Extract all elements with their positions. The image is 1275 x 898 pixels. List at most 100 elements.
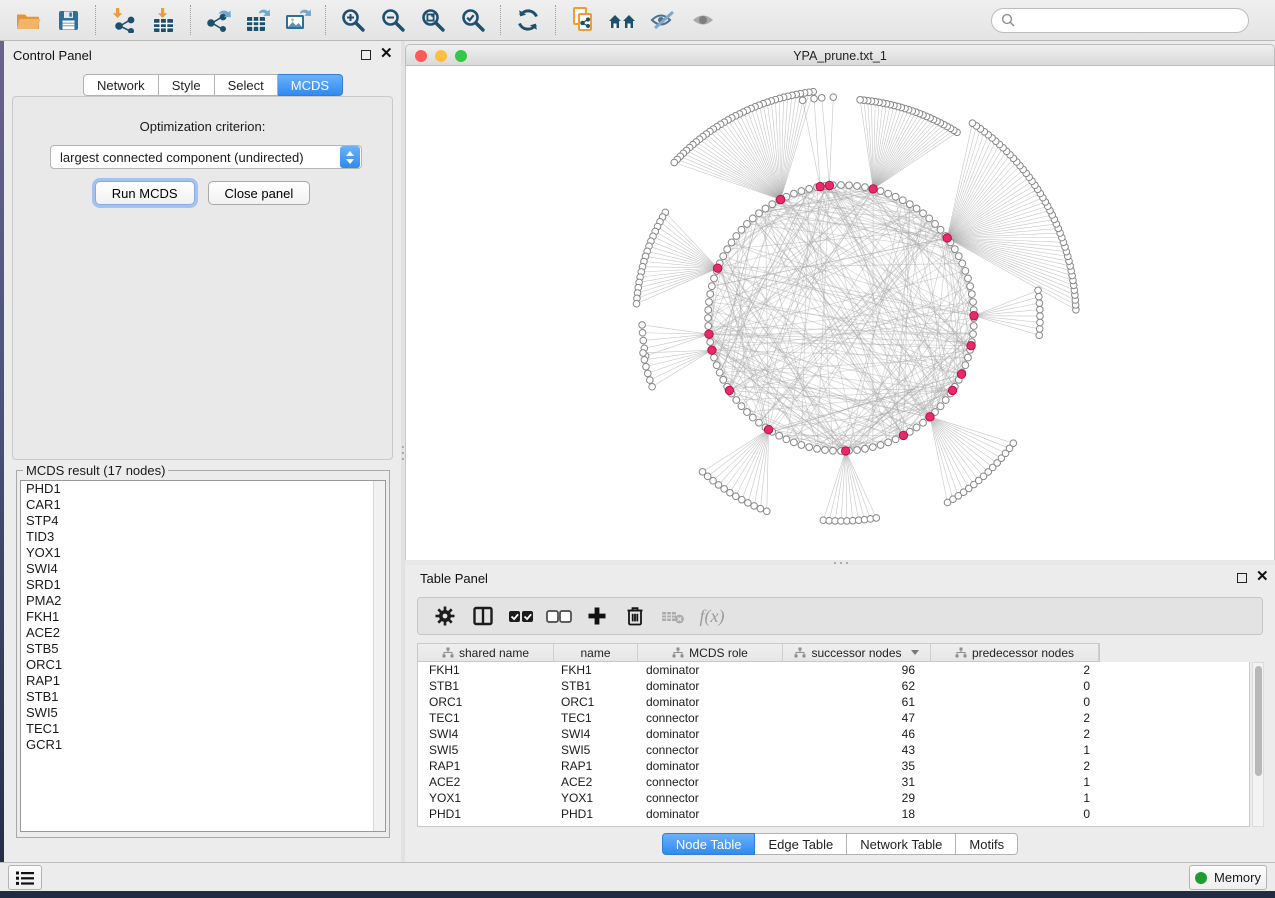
delete-table-button[interactable] [656,601,690,631]
tab-node-table[interactable]: Node Table [662,833,756,855]
node-table: FKH1FKH1dominator962STB1STB1dominator620… [417,662,1250,827]
mcds-result-item[interactable]: PMA2 [21,593,385,609]
column-header-shared-name[interactable]: shared name [418,644,554,661]
mcds-result-item[interactable]: TEC1 [21,721,385,737]
mcds-result-item[interactable]: SWI5 [21,705,385,721]
zoom-in-button[interactable] [333,3,373,37]
zoom-selected-button[interactable] [453,3,493,37]
mcds-result-item[interactable]: YOX1 [21,545,385,561]
cell-predecessor-nodes: 0 [931,694,1099,710]
tab-style[interactable]: Style [159,74,215,96]
column-header-name[interactable]: name [554,644,638,661]
toolbar-separator [95,5,96,35]
run-mcds-button[interactable]: Run MCDS [95,181,195,205]
mcds-result-item[interactable]: PHD1 [21,481,385,497]
mcds-result-item[interactable]: SWI4 [21,561,385,577]
table-row[interactable]: ORC1ORC1dominator610 [418,694,1249,710]
export-table-button[interactable] [238,3,278,37]
mcds-result-item[interactable]: STB1 [21,689,385,705]
search-input[interactable] [1021,13,1239,28]
zoom-fit-button[interactable] [413,3,453,37]
tab-mcds[interactable]: MCDS [278,74,343,96]
optimization-criterion-select[interactable]: largest connected component (undirected) [50,145,362,169]
search-box[interactable] [991,8,1249,33]
table-row[interactable]: RAP1RAP1dominator352 [418,758,1249,774]
memory-button[interactable]: Memory [1189,865,1267,890]
save-session-button[interactable] [48,3,88,37]
close-panel-icon[interactable]: ✕ [380,45,393,63]
toggle-panel-layout-button[interactable] [466,601,500,631]
tree-icon [955,647,967,659]
unchecked-boxes-icon [545,604,573,628]
cell-successor-nodes: 62 [783,678,931,694]
table-row[interactable]: ACE2ACE2connector311 [418,774,1249,790]
toolbar-separator [325,5,326,35]
table-row[interactable]: PHD1PHD1dominator180 [418,806,1249,822]
table-row[interactable]: TEC1TEC1connector472 [418,710,1249,726]
mcds-list-scrollbar[interactable] [373,481,385,831]
column-header-predecessor-nodes[interactable]: predecessor nodes [931,644,1099,661]
hide-selected-icon [649,8,677,32]
network-window-titlebar[interactable]: YPA_prune.txt_1 [405,44,1275,66]
first-neighbors-button[interactable] [603,3,643,37]
refresh-layout-button[interactable] [508,3,548,37]
list-icon [14,868,36,888]
sort-chevron-icon[interactable] [911,650,919,655]
create-column-button[interactable] [580,601,614,631]
tab-select[interactable]: Select [215,74,278,96]
float-window-icon[interactable] [361,50,371,60]
table-panel-close-icon[interactable]: ✕ [1256,568,1269,586]
mcds-result-item[interactable]: CAR1 [21,497,385,513]
hide-selected-button[interactable] [643,3,683,37]
export-network-button[interactable] [198,3,238,37]
select-all-button[interactable] [504,601,538,631]
cell-name: ACE2 [554,774,638,790]
table-row[interactable]: FKH1FKH1dominator962 [418,662,1249,678]
mcds-result-item[interactable]: FKH1 [21,609,385,625]
tab-motifs[interactable]: Motifs [956,833,1018,855]
import-network-button[interactable] [103,3,143,37]
mcds-result-item[interactable]: TID3 [21,529,385,545]
network-graph[interactable] [406,66,1274,560]
export-network-icon [205,7,231,33]
column-header-successor-nodes[interactable]: successor nodes [783,644,931,661]
mcds-result-item[interactable]: GCR1 [21,737,385,753]
function-builder-button[interactable]: f(x) [694,601,728,631]
mcds-result-item[interactable]: RAP1 [21,673,385,689]
deselect-all-button[interactable] [542,601,576,631]
mcds-result-item[interactable]: SRD1 [21,577,385,593]
export-image-button[interactable] [278,3,318,37]
table-scrollbar[interactable] [1252,662,1264,827]
cell-successor-nodes: 47 [783,710,931,726]
table-scrollbar-thumb[interactable] [1255,666,1262,776]
mcds-result-item[interactable]: STP4 [21,513,385,529]
mcds-result-list[interactable]: PHD1CAR1STP4TID3YOX1SWI4SRD1PMA2FKH1ACE2… [20,480,386,832]
table-row[interactable]: YOX1YOX1connector291 [418,790,1249,806]
mcds-result-item[interactable]: STB5 [21,641,385,657]
close-panel-button[interactable]: Close panel [208,181,311,205]
cell-predecessor-nodes: 2 [931,758,1099,774]
table-panel-tabs: Node TableEdge TableNetwork TableMotifs [405,833,1275,855]
toolbar-separator [500,5,501,35]
mcds-result-item[interactable]: ACE2 [21,625,385,641]
mcds-result-item[interactable]: ORC1 [21,657,385,673]
tab-network-table[interactable]: Network Table [847,833,956,855]
column-header-MCDS-role[interactable]: MCDS role [638,644,783,661]
show-all-button[interactable] [683,3,723,37]
delete-column-button[interactable] [618,601,652,631]
table-settings-button[interactable] [428,601,462,631]
import-table-button[interactable] [143,3,183,37]
table-row[interactable]: SWI4SWI4dominator462 [418,726,1249,742]
cell-name: SWI4 [554,726,638,742]
cell-successor-nodes: 31 [783,774,931,790]
network-view-canvas[interactable] [405,66,1275,560]
tab-network[interactable]: Network [83,74,159,96]
duplicate-network-button[interactable] [563,3,603,37]
table-panel-float-icon[interactable] [1237,573,1247,583]
table-row[interactable]: STB1STB1dominator620 [418,678,1249,694]
task-history-button[interactable] [8,865,42,890]
table-row[interactable]: SWI5SWI5connector431 [418,742,1249,758]
tab-edge-table[interactable]: Edge Table [755,833,847,855]
zoom-out-button[interactable] [373,3,413,37]
open-session-button[interactable] [8,3,48,37]
